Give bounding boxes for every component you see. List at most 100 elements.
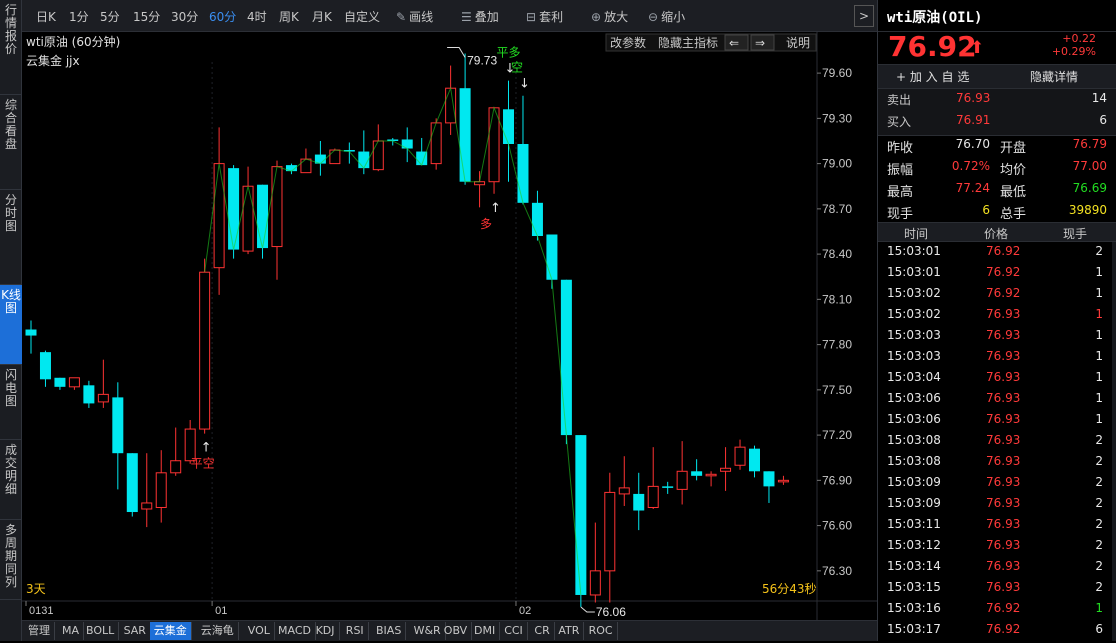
side-tab-4[interactable]: 闪电图 bbox=[0, 365, 22, 440]
candle-body bbox=[763, 471, 775, 487]
indicator-tab-13[interactable]: DMI bbox=[470, 622, 501, 640]
trade-time: 15:03:01 bbox=[887, 265, 941, 279]
trade-price: 76.93 bbox=[986, 433, 1021, 447]
chart-title: wti原油 (60分钟) bbox=[26, 34, 120, 49]
tool-3[interactable]: ⊕ 放大 bbox=[591, 8, 628, 25]
hide-detail-button[interactable]: 隐藏详情 bbox=[1030, 68, 1078, 85]
indicator-tab-0[interactable]: 管理 bbox=[24, 622, 55, 640]
trade-volume: 2 bbox=[1095, 244, 1103, 258]
candle-body bbox=[676, 470, 688, 490]
signal-label: 平空 bbox=[191, 457, 215, 471]
signal-label: 多 bbox=[480, 217, 492, 231]
tool-1[interactable]: ☰ 叠加 bbox=[461, 8, 499, 25]
indicator-tab-12[interactable]: OBV bbox=[440, 622, 473, 640]
trade-time: 15:03:08 bbox=[887, 433, 941, 447]
quote-panel: wti原油(OIL) 76.92 ⬆ +0.22 +0.29% + 加 入 自 … bbox=[877, 0, 1116, 641]
trade-price: 76.93 bbox=[986, 517, 1021, 531]
candle-body bbox=[459, 88, 471, 182]
indicator-tab-4[interactable]: 云集金 bbox=[149, 622, 192, 640]
help-button[interactable]: 说明 bbox=[786, 35, 810, 50]
trade-price: 76.92 bbox=[986, 601, 1021, 615]
candle-body bbox=[97, 393, 109, 403]
stat-label: 昨收 bbox=[887, 141, 914, 156]
side-tab-2[interactable]: 分时图 bbox=[0, 190, 22, 285]
price-change-pct: +0.29% bbox=[1051, 45, 1096, 58]
candle bbox=[199, 258, 211, 434]
trade-row: 15:03:09 76.93 2 bbox=[878, 496, 1116, 517]
ask-volume: 14 bbox=[1091, 91, 1107, 105]
y-tick-label: 76.90 bbox=[822, 473, 852, 487]
trade-list-scrollbar[interactable] bbox=[1112, 242, 1116, 641]
trade-volume: 1 bbox=[1095, 265, 1103, 279]
side-tab-3[interactable]: K线图 bbox=[0, 285, 22, 365]
period-4[interactable]: 30分 bbox=[171, 8, 198, 25]
indicator-tab-3[interactable]: SAR bbox=[120, 622, 151, 640]
tool-4[interactable]: ⊖ 缩小 bbox=[648, 8, 685, 25]
candle-body bbox=[575, 435, 587, 595]
trade-row: 15:03:06 76.93 1 bbox=[878, 412, 1116, 433]
trade-price: 76.93 bbox=[986, 370, 1021, 384]
trade-row: 15:03:11 76.93 2 bbox=[878, 517, 1116, 538]
period-7[interactable]: 周K bbox=[279, 8, 299, 25]
side-tab-5[interactable]: 成交明细 bbox=[0, 440, 22, 520]
countdown-label: 56分43秒 bbox=[762, 582, 817, 596]
period-5[interactable]: 60分 bbox=[209, 8, 236, 25]
kline-chart-area[interactable]: 79.60 79.30 79.00 78.70 78.40 78.10 77.80 77.50… bbox=[22, 32, 877, 620]
period-6[interactable]: 4时 bbox=[247, 8, 267, 25]
trade-time: 15:03:08 bbox=[887, 454, 941, 468]
indicator-tab-15[interactable]: CR bbox=[530, 622, 555, 640]
indicator-tab-8[interactable]: KDJ bbox=[312, 622, 340, 640]
indicator-tab-1[interactable]: MA bbox=[58, 622, 85, 640]
trade-price: 76.93 bbox=[986, 391, 1021, 405]
indicator-tab-17[interactable]: ROC bbox=[585, 622, 618, 640]
side-tab-6[interactable]: 多周期同列 bbox=[0, 520, 22, 600]
indicator-tab-16[interactable]: ATR bbox=[554, 622, 585, 640]
trade-time: 15:03:11 bbox=[887, 517, 941, 531]
low-label: 76.06 bbox=[596, 605, 626, 619]
period-8[interactable]: 月K bbox=[312, 8, 332, 25]
signal-label: 空 bbox=[511, 61, 523, 75]
trade-price: 76.93 bbox=[986, 538, 1021, 552]
trade-price: 76.93 bbox=[986, 580, 1021, 594]
y-tick-label: 76.60 bbox=[822, 519, 852, 533]
tool-0[interactable]: ✎ 画线 bbox=[396, 8, 433, 25]
trade-price: 76.93 bbox=[986, 349, 1021, 363]
trade-row: 15:03:01 76.92 2 bbox=[878, 244, 1116, 265]
indicator-tab-10[interactable]: BIAS bbox=[372, 622, 407, 640]
trade-volume: 1 bbox=[1095, 307, 1103, 321]
bid-label: 买入 bbox=[887, 115, 912, 129]
stat-label: 均价 bbox=[1000, 163, 1027, 178]
candle-body bbox=[155, 472, 167, 508]
trade-volume: 1 bbox=[1095, 328, 1103, 342]
y-tick-label: 76.30 bbox=[822, 564, 852, 578]
candle bbox=[430, 118, 442, 170]
candle-body bbox=[170, 460, 182, 474]
kline-chart-svg[interactable]: 79.60 79.30 79.00 78.70 78.40 78.10 77.80 77.50… bbox=[22, 32, 877, 620]
header-button-1[interactable]: 隐藏主指标 bbox=[658, 35, 718, 50]
indicator-tab-9[interactable]: RSI bbox=[342, 622, 369, 640]
trade-time: 15:03:16 bbox=[887, 601, 941, 615]
tool-2[interactable]: ⊟ 套利 bbox=[526, 8, 563, 25]
ask-price: 76.93 bbox=[956, 91, 991, 105]
period-label: 3天 bbox=[26, 582, 46, 596]
indicator-tab-14[interactable]: CCI bbox=[500, 622, 528, 640]
period-0[interactable]: 日K bbox=[36, 8, 56, 25]
candle-body bbox=[141, 502, 153, 510]
header-button-0[interactable]: 改参数 bbox=[610, 35, 646, 50]
expand-panel-button[interactable]: > bbox=[854, 5, 874, 27]
add-watchlist-button[interactable]: + 加 入 自 选 bbox=[896, 68, 969, 85]
candle bbox=[575, 435, 587, 608]
period-1[interactable]: 1分 bbox=[69, 8, 89, 25]
trade-list[interactable]: 15:03:01 76.92 2 15:03:01 76.92 1 15:03:02 76.9… bbox=[878, 242, 1116, 641]
side-tab-0[interactable]: 行情报价 bbox=[0, 0, 22, 95]
period-2[interactable]: 5分 bbox=[100, 8, 120, 25]
indicator-tab-2[interactable]: BOLL bbox=[82, 622, 120, 640]
indicator-tab-7[interactable]: MACD bbox=[274, 622, 316, 640]
period-9[interactable]: 自定义 bbox=[344, 8, 380, 25]
side-tab-1[interactable]: 综合看盘 bbox=[0, 95, 22, 190]
period-3[interactable]: 15分 bbox=[133, 8, 160, 25]
trade-header-price: 价格 bbox=[984, 227, 1009, 241]
indicator-tab-5[interactable]: 云海龟 bbox=[197, 622, 239, 640]
indicator-tab-6[interactable]: VOL bbox=[244, 622, 275, 640]
candle-body bbox=[228, 168, 240, 250]
